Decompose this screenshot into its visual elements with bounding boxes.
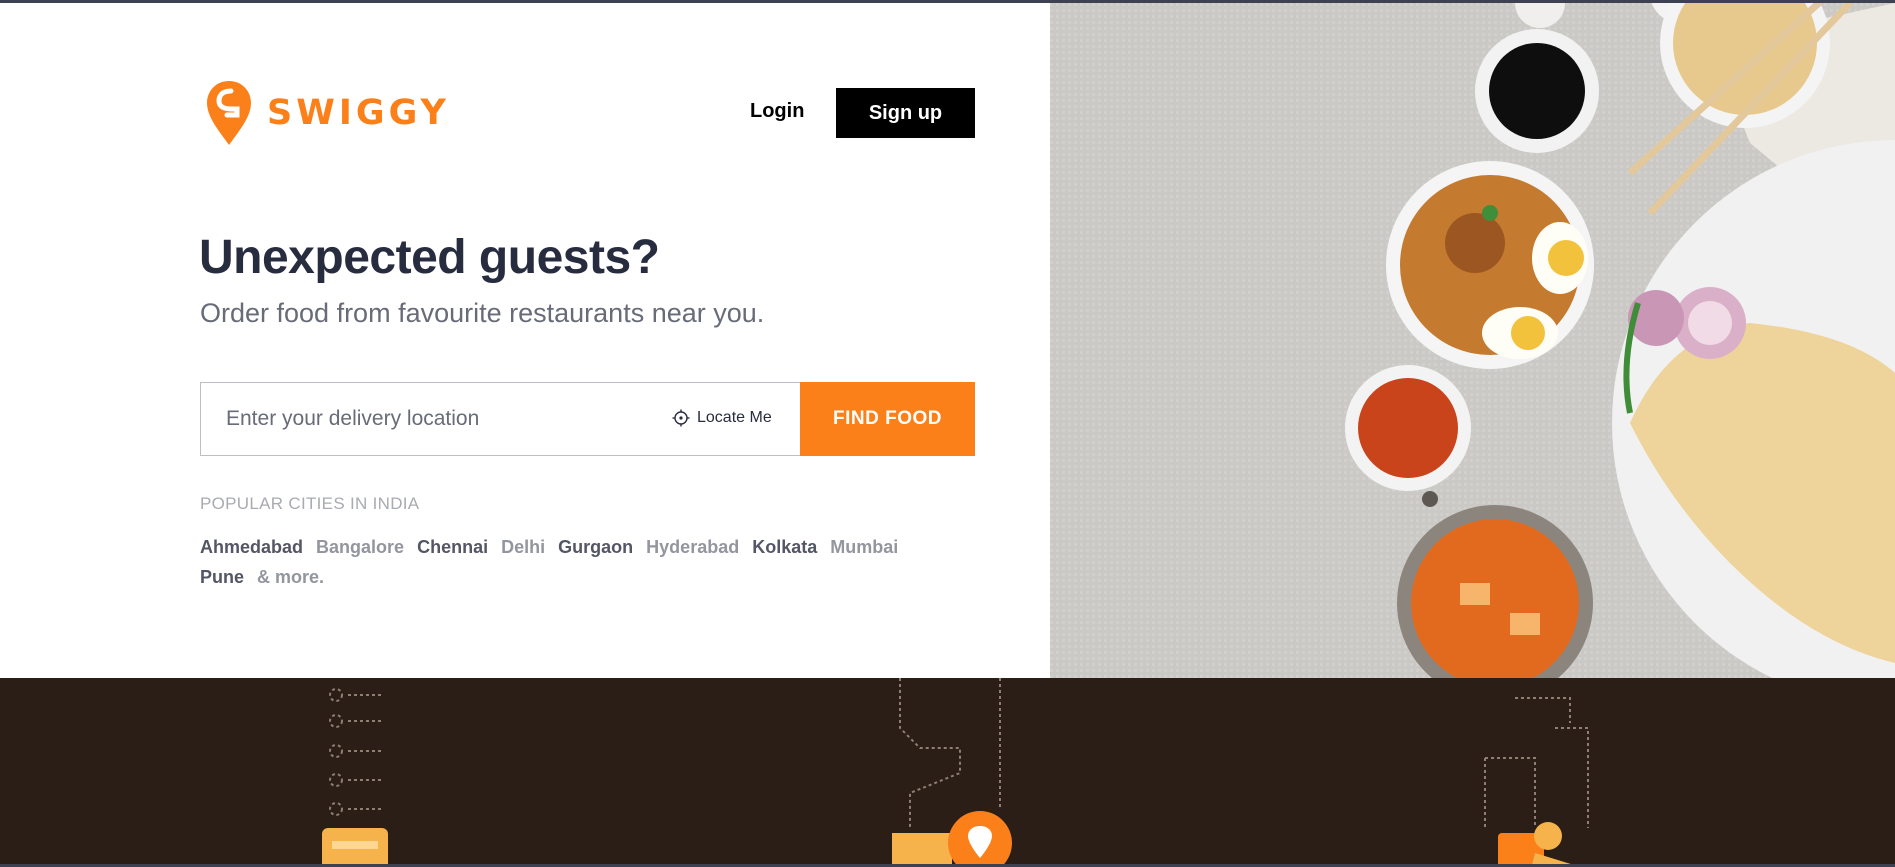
city-link[interactable]: Ahmedabad (200, 532, 303, 562)
delivery-bag-icon (892, 833, 952, 867)
swiggy-logo[interactable]: SWIGGY (205, 79, 450, 147)
login-link[interactable]: Login (750, 100, 804, 123)
hero-title: Unexpected guests? (199, 231, 660, 284)
city-link[interactable]: Mumbai (830, 532, 898, 562)
sign-up-button[interactable]: Sign up (836, 88, 975, 138)
hero-subtitle: Order food from favourite restaurants ne… (200, 298, 765, 328)
popular-cities-title: POPULAR CITIES IN INDIA (200, 494, 420, 513)
swiggy-logo-icon (207, 81, 251, 145)
city-link[interactable]: Kolkata (752, 532, 817, 562)
footer-illustrations (0, 678, 1895, 867)
food-hero-image (1050, 3, 1895, 678)
city-link[interactable]: Chennai (417, 532, 488, 562)
city-link[interactable]: Hyderabad (646, 532, 739, 562)
locate-me-label: Locate Me (697, 409, 772, 426)
popular-cities-list: Ahmedabad Bangalore Chennai Delhi Gurgao… (200, 532, 940, 592)
find-food-button[interactable]: FIND FOOD (800, 382, 975, 456)
city-link[interactable]: Pune (200, 562, 244, 592)
city-link[interactable]: Gurgaon (558, 532, 633, 562)
crosshair-icon (672, 409, 690, 427)
locate-me-button[interactable]: Locate Me (672, 409, 772, 427)
brand-name: SWIGGY (267, 93, 450, 133)
location-search-box: Locate Me (200, 382, 801, 456)
menu-list-icon (329, 688, 382, 816)
city-link[interactable]: Delhi (501, 532, 545, 562)
city-link[interactable]: Bangalore (316, 532, 404, 562)
delivery-location-input[interactable] (226, 407, 626, 431)
more-cities-link[interactable]: & more. (257, 562, 324, 592)
